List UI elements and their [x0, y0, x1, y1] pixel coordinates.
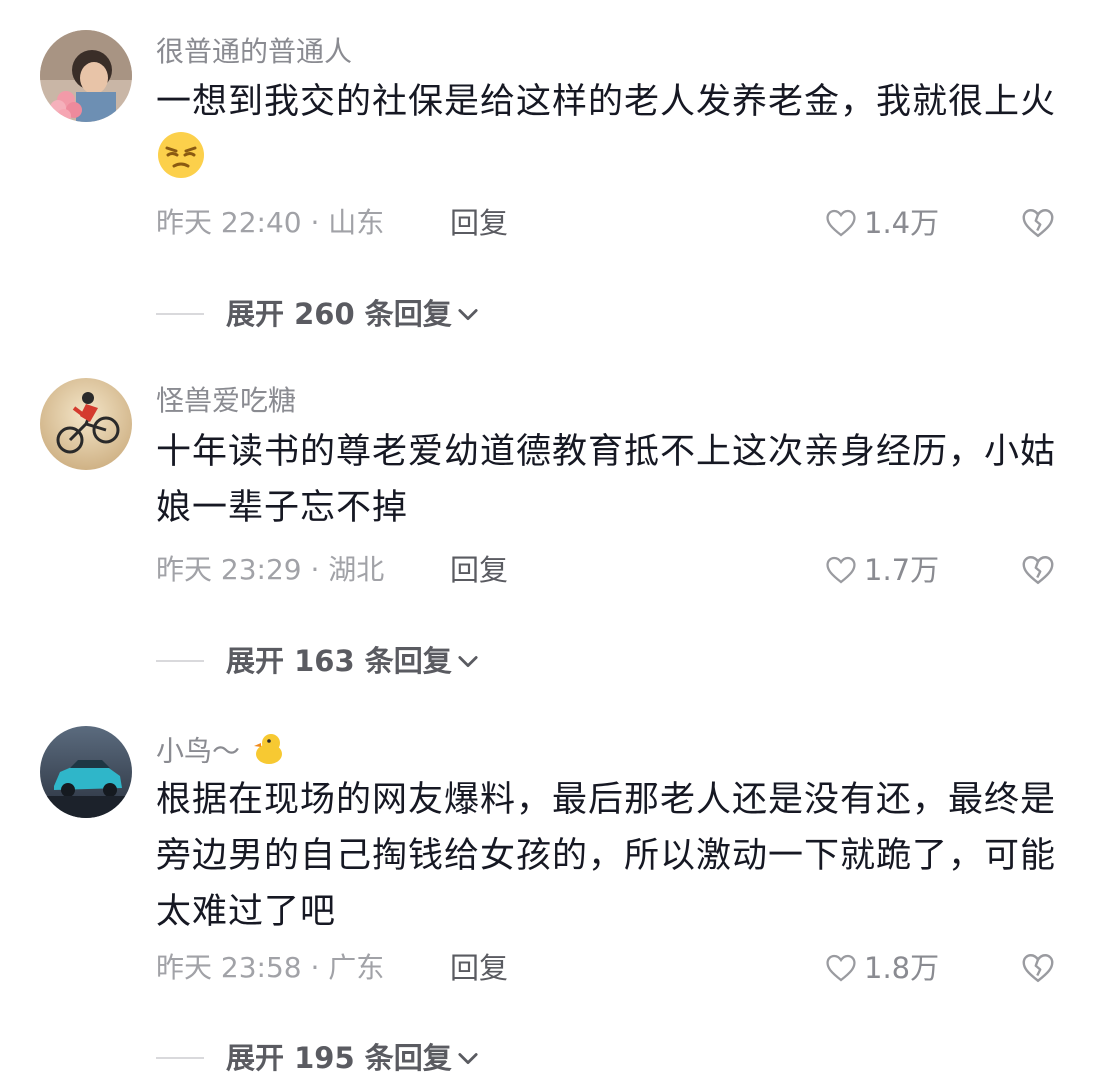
- username[interactable]: 小鸟～: [156, 731, 285, 774]
- reply-button[interactable]: 回复: [450, 550, 508, 590]
- divider-line: [156, 313, 204, 315]
- expand-replies-label: 展开 260 条回复: [226, 297, 452, 331]
- comment-text: 根据在现场的网友爆料，最后那老人还是没有还，最终是旁边男的自己掏钱给女孩的，所以…: [156, 780, 1057, 932]
- reply-button[interactable]: 回复: [450, 203, 508, 243]
- chevron-down-icon: [458, 656, 478, 668]
- username[interactable]: 很普通的普通人: [156, 34, 352, 70]
- dislike-button[interactable]: [1018, 203, 1058, 243]
- expand-replies-button[interactable]: 展开 195 条回复: [156, 1038, 482, 1078]
- divider-line: [156, 660, 204, 662]
- comment-time-location: 昨天 22:40 · 山东: [156, 206, 385, 239]
- comment-meta: 昨天 23:29 · 湖北 回复 1.7万: [156, 550, 1056, 590]
- broken-heart-icon: [1022, 954, 1054, 983]
- like-count: 1.4万: [864, 206, 940, 240]
- avatar[interactable]: [40, 726, 132, 818]
- comment-time-location: 昨天 23:58 · 广东: [156, 951, 385, 984]
- avatar[interactable]: [40, 378, 132, 470]
- avatar[interactable]: [40, 30, 132, 122]
- expand-replies-label: 展开 163 条回复: [226, 644, 452, 678]
- username-text: 小鸟～: [156, 734, 241, 768]
- expand-replies-label: 展开 195 条回复: [226, 1041, 452, 1075]
- comment-text: 十年读书的尊老爱幼道德教育抵不上这次亲身经历，小姑娘一辈子忘不掉: [156, 432, 1057, 528]
- divider-line: [156, 1057, 204, 1059]
- like-count: 1.8万: [864, 951, 940, 985]
- comment-time-location: 昨天 23:29 · 湖北: [156, 553, 385, 586]
- comment-text-body: 一想到我交的社保是给这样的老人发养老金，我就很上火: [156, 82, 1057, 122]
- dislike-button[interactable]: [1018, 948, 1058, 988]
- expand-replies-button[interactable]: 展开 163 条回复: [156, 641, 482, 681]
- avatar-image: [40, 30, 132, 122]
- like-button[interactable]: 1.8万: [824, 948, 939, 988]
- dislike-button[interactable]: [1018, 550, 1058, 590]
- like-count: 1.7万: [864, 553, 940, 587]
- heart-icon: [826, 954, 856, 982]
- broken-heart-icon: [1022, 556, 1054, 585]
- squinting-face-emoji: [156, 130, 206, 197]
- expand-replies-button[interactable]: 展开 260 条回复: [156, 294, 482, 334]
- avatar-image: [40, 378, 132, 470]
- reply-button[interactable]: 回复: [450, 948, 508, 988]
- heart-icon: [826, 556, 856, 584]
- chevron-down-icon: [458, 309, 478, 321]
- heart-icon: [826, 209, 856, 237]
- like-button[interactable]: 1.7万: [824, 550, 939, 590]
- avatar-image: [40, 726, 132, 818]
- username[interactable]: 怪兽爱吃糖: [156, 383, 296, 419]
- comment-meta: 昨天 23:58 · 广东 回复 1.8万: [156, 948, 1056, 988]
- broken-heart-icon: [1022, 209, 1054, 238]
- comment-meta: 昨天 22:40 · 山东 回复 1.4万: [156, 203, 1056, 243]
- chevron-down-icon: [458, 1053, 478, 1065]
- comment-text: 一想到我交的社保是给这样的老人发养老金，我就很上火: [156, 74, 1056, 197]
- like-button[interactable]: 1.4万: [824, 203, 939, 243]
- duckling-emoji: [249, 731, 285, 774]
